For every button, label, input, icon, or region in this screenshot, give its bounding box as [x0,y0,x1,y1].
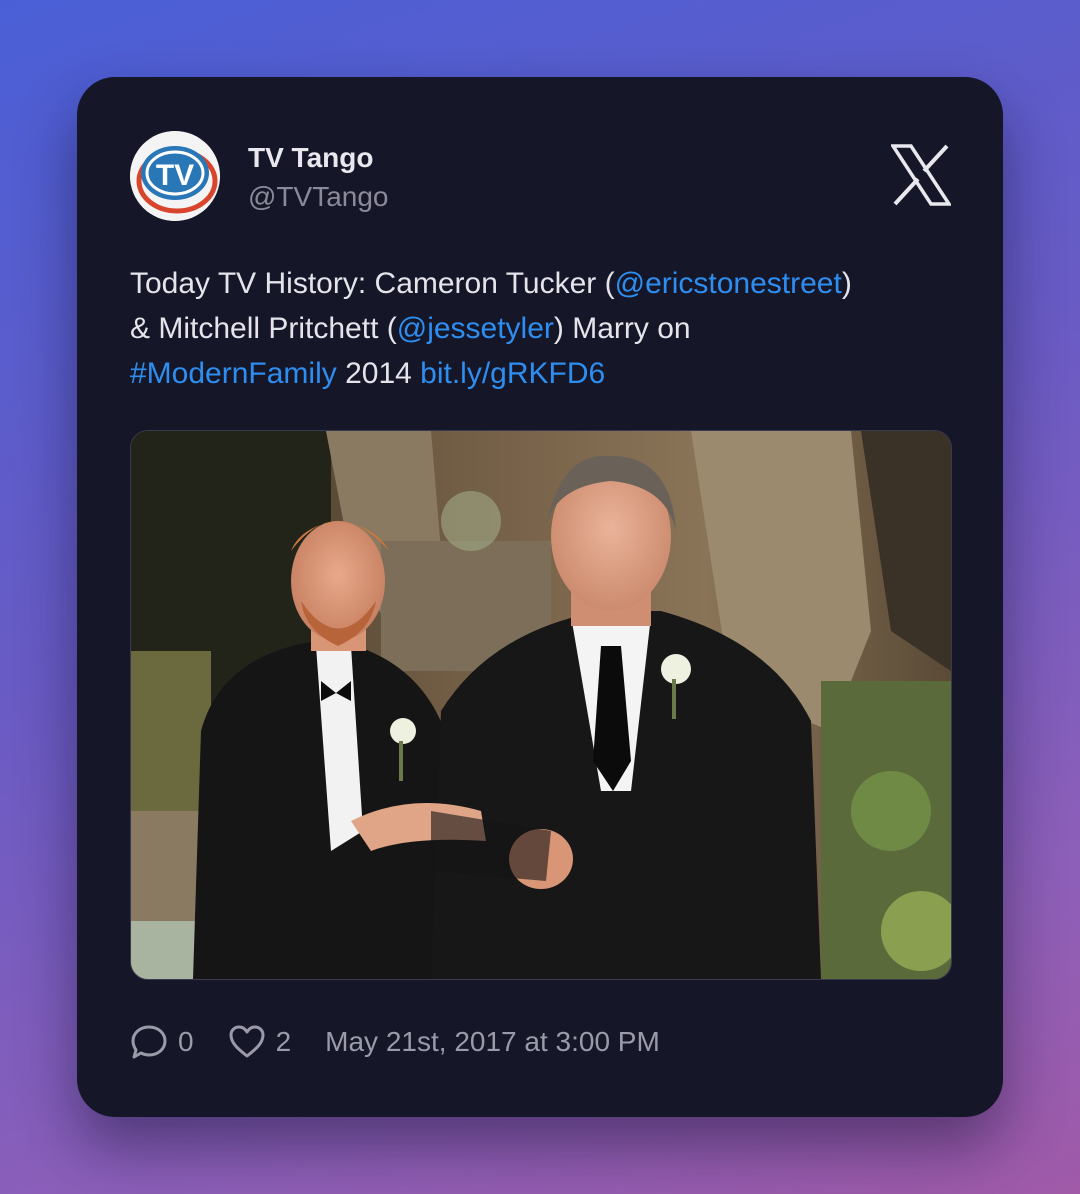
tweet-card: TV TV Tango @TVTango Today TV History: C… [77,77,1003,1117]
hashtag-modernfamily[interactable]: #ModernFamily [130,357,337,390]
avatar[interactable]: TV [130,131,220,221]
reply-icon[interactable] [130,1023,168,1061]
mention-ericstonestreet[interactable]: @ericstonestreet [615,267,842,300]
tweet-text-part: ) [841,267,852,300]
tweet-text-part: ) Marry on [553,312,691,345]
reply-count: 0 [178,1026,194,1057]
tv-tango-logo: TV [130,131,220,221]
tweet-link[interactable]: bit.ly/gRKFD6 [420,357,605,390]
author-name[interactable]: TV Tango [248,142,373,174]
tweet-text-part: Today TV History: Cameron Tucker ( [130,267,615,300]
tweet-footer: 0 2 May 21st, 2017 at 3:00 PM [130,1022,660,1062]
wedding-photo [131,431,951,979]
tweet-text-part: & Mitchell Pritchett ( [130,312,397,345]
heart-icon[interactable] [228,1023,266,1061]
like-count: 2 [275,1026,292,1057]
tweet-text-part: 2014 [336,357,421,390]
tweet-photo[interactable] [130,430,952,980]
avatar-logo-text: TV [156,159,194,192]
x-logo-icon[interactable] [889,144,953,206]
tweet-text: Today TV History: Cameron Tucker (@erics… [130,261,960,396]
mention-jessetyler[interactable]: @jessetyler [397,312,554,345]
tweet-timestamp[interactable]: May 21st, 2017 at 3:00 PM [325,1026,660,1058]
author-handle[interactable]: @TVTango [248,181,389,213]
